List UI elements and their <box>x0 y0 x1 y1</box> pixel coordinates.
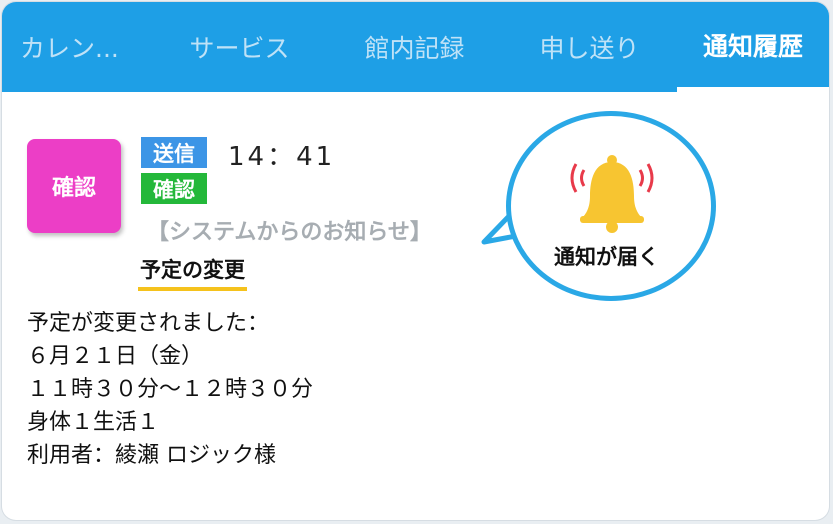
system-label: 【システムからのお知らせ】 <box>147 220 432 245</box>
body-line: １１時３０分～１２時３０分 <box>27 377 314 402</box>
notification-time: 14：41 <box>228 142 336 172</box>
tab-bar: カレン... サービス 館内記録 申し送り 通知履歴 <box>2 2 829 92</box>
tab-facility-records[interactable]: 館内記録 <box>327 2 502 92</box>
sent-badge: 送信 <box>141 137 207 168</box>
body-line: 予定が変更されました： <box>27 311 270 336</box>
tab-service[interactable]: サービス <box>152 2 327 92</box>
body-line: 身体１生活１ <box>27 410 160 435</box>
notification-body: 予定が変更されました： ６月２１日（金） １１時３０分～１２時３０分 身体１生活… <box>27 307 313 472</box>
notification-panel: カレン... サービス 館内記録 申し送り 通知履歴 確認 送信 確認 14：4… <box>2 2 829 520</box>
body-line: ６月２１日（金） <box>27 344 204 369</box>
tab-notification-history[interactable]: 通知履歴 <box>677 2 829 92</box>
bell-icon <box>570 155 654 233</box>
confirm-button[interactable]: 確認 <box>27 139 121 233</box>
callout-text: 通知が届く <box>554 245 659 269</box>
confirmed-badge: 確認 <box>141 173 207 204</box>
notification-subject: 予定の変更 <box>138 254 247 291</box>
tab-calendar[interactable]: カレン... <box>2 2 152 92</box>
body-line: 利用者：綾瀬 ロジック様 <box>27 443 276 468</box>
tab-handover[interactable]: 申し送り <box>502 2 677 92</box>
